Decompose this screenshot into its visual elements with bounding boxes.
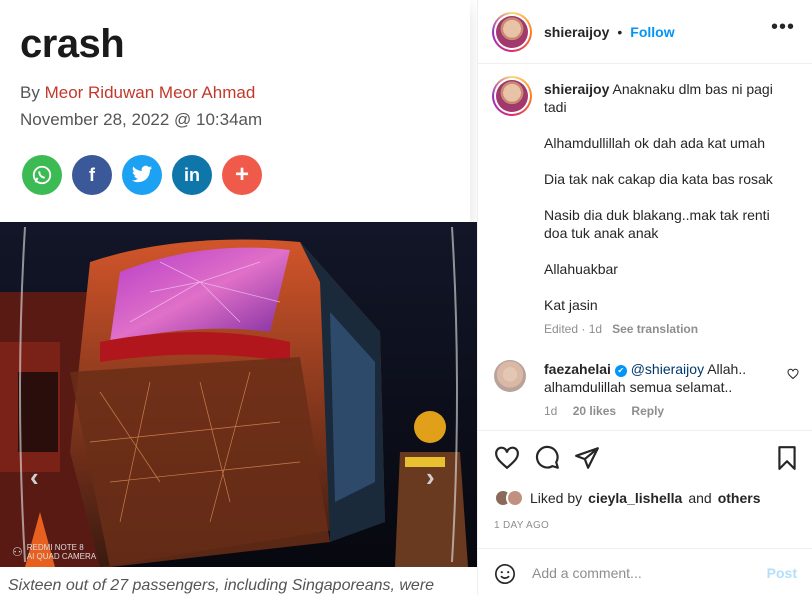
- photo-caption: Sixteen out of 27 passengers, including …: [8, 577, 435, 594]
- more-options-icon[interactable]: •••: [771, 17, 795, 37]
- linkedin-icon: in: [184, 164, 200, 185]
- whatsapp-share-button[interactable]: [22, 155, 62, 195]
- instagram-post-panel: shieraijoy • Follow ••• shieraijoy Anakn…: [477, 0, 812, 595]
- linkedin-share-button[interactable]: in: [172, 155, 212, 195]
- article-byline: By Meor Riduwan Meor Ahmad: [20, 83, 255, 103]
- follow-button[interactable]: Follow: [630, 24, 674, 40]
- comment-input[interactable]: [532, 561, 752, 585]
- poster-username[interactable]: shieraijoy: [544, 24, 609, 40]
- caption-meta: Edited · 1d See translation: [544, 320, 794, 338]
- comment-icon[interactable]: [534, 445, 560, 471]
- plus-icon: +: [234, 161, 249, 188]
- commenter-username[interactable]: faezahelai: [544, 361, 611, 377]
- facebook-icon: f: [89, 164, 95, 185]
- header-user-row: shieraijoy • Follow: [544, 24, 675, 40]
- heart-icon[interactable]: [494, 445, 520, 471]
- camera-watermark: ⚇ REDMI NOTE 8 AI QUAD CAMERA: [12, 543, 96, 561]
- next-image-button[interactable]: ›: [426, 462, 435, 493]
- prev-image-button[interactable]: ‹: [30, 462, 39, 493]
- twitter-icon: [131, 165, 153, 183]
- article-header: crash By Meor Riduwan Meor Ahmad Novembe…: [0, 0, 470, 222]
- header-separator: •: [617, 24, 623, 40]
- comment-likes[interactable]: 20 likes: [573, 404, 616, 418]
- whatsapp-icon: [32, 165, 52, 185]
- liked-by-prefix: Liked by: [530, 490, 583, 506]
- crash-photo: ‹ ›: [0, 222, 477, 567]
- liked-by-and: and: [688, 490, 712, 506]
- screenshot-page: crash By Meor Riduwan Meor Ahmad Novembe…: [0, 0, 812, 595]
- author-link[interactable]: Meor Riduwan Meor Ahmad: [45, 83, 256, 102]
- liked-by-others[interactable]: others: [718, 490, 761, 506]
- emoji-icon[interactable]: [494, 563, 516, 585]
- post-time-ago: 1 DAY AGO: [494, 520, 550, 531]
- liked-by-user[interactable]: cieyla_lishella: [588, 490, 682, 506]
- see-translation-link[interactable]: See translation: [612, 322, 698, 336]
- caption-line: Nasib dia duk blakang..mak tak renti doa…: [544, 207, 770, 241]
- camera-mark-line1: REDMI NOTE 8: [26, 543, 84, 552]
- news-article: crash By Meor Riduwan Meor Ahmad Novembe…: [0, 0, 477, 595]
- more-share-button[interactable]: +: [222, 155, 262, 195]
- comment-meta: 1d 20 likes Reply: [544, 404, 676, 418]
- article-headline: crash: [20, 22, 125, 66]
- camera-lens-icon: ⚇: [12, 544, 23, 559]
- caption-line: Dia tak nak cakap dia kata bas rosak: [544, 171, 773, 187]
- caption-avatar[interactable]: [492, 76, 532, 116]
- caption-line: Alhamdullillah ok dah ada kat umah: [544, 135, 766, 151]
- byline-prefix: By: [20, 83, 40, 102]
- comment-age: 1d: [544, 404, 558, 418]
- comment-body: faezahelai ✔ @shieraijoy Allah.. alhamdu…: [544, 360, 779, 396]
- liker-avatars: [494, 489, 524, 507]
- reply-button[interactable]: Reply: [631, 404, 664, 418]
- post-actions: Liked by cieyla_lishella and others 1 DA…: [478, 430, 812, 548]
- bus-crash-image: [0, 222, 477, 567]
- add-comment-bar: Post: [478, 548, 812, 595]
- comment-mention[interactable]: @shieraijoy: [631, 361, 704, 377]
- liked-by-row: Liked by cieyla_lishella and others: [494, 489, 761, 507]
- like-comment-heart-icon[interactable]: [787, 368, 799, 380]
- caption-line: Kat jasin: [544, 297, 598, 313]
- post-header: shieraijoy • Follow •••: [478, 0, 812, 64]
- facebook-share-button[interactable]: f: [72, 155, 112, 195]
- verified-badge-icon: ✔: [614, 365, 627, 377]
- caption-line: Allahuakbar: [544, 261, 618, 277]
- camera-mark-line2: AI QUAD CAMERA: [26, 552, 97, 561]
- caption-username[interactable]: shieraijoy: [544, 81, 609, 97]
- bookmark-icon[interactable]: [774, 445, 800, 471]
- share-icon[interactable]: [574, 445, 600, 471]
- post-caption: shieraijoy Anaknaku dlm bas ni pagi tadi…: [544, 80, 794, 338]
- poster-avatar[interactable]: [492, 12, 532, 52]
- post-comment-button[interactable]: Post: [767, 565, 797, 581]
- article-date: November 28, 2022 @ 10:34am: [20, 110, 263, 129]
- share-buttons: f in +: [22, 155, 262, 195]
- commenter-avatar[interactable]: [494, 360, 526, 392]
- edited-time: Edited · 1d: [544, 322, 603, 336]
- twitter-share-button[interactable]: [122, 155, 162, 195]
